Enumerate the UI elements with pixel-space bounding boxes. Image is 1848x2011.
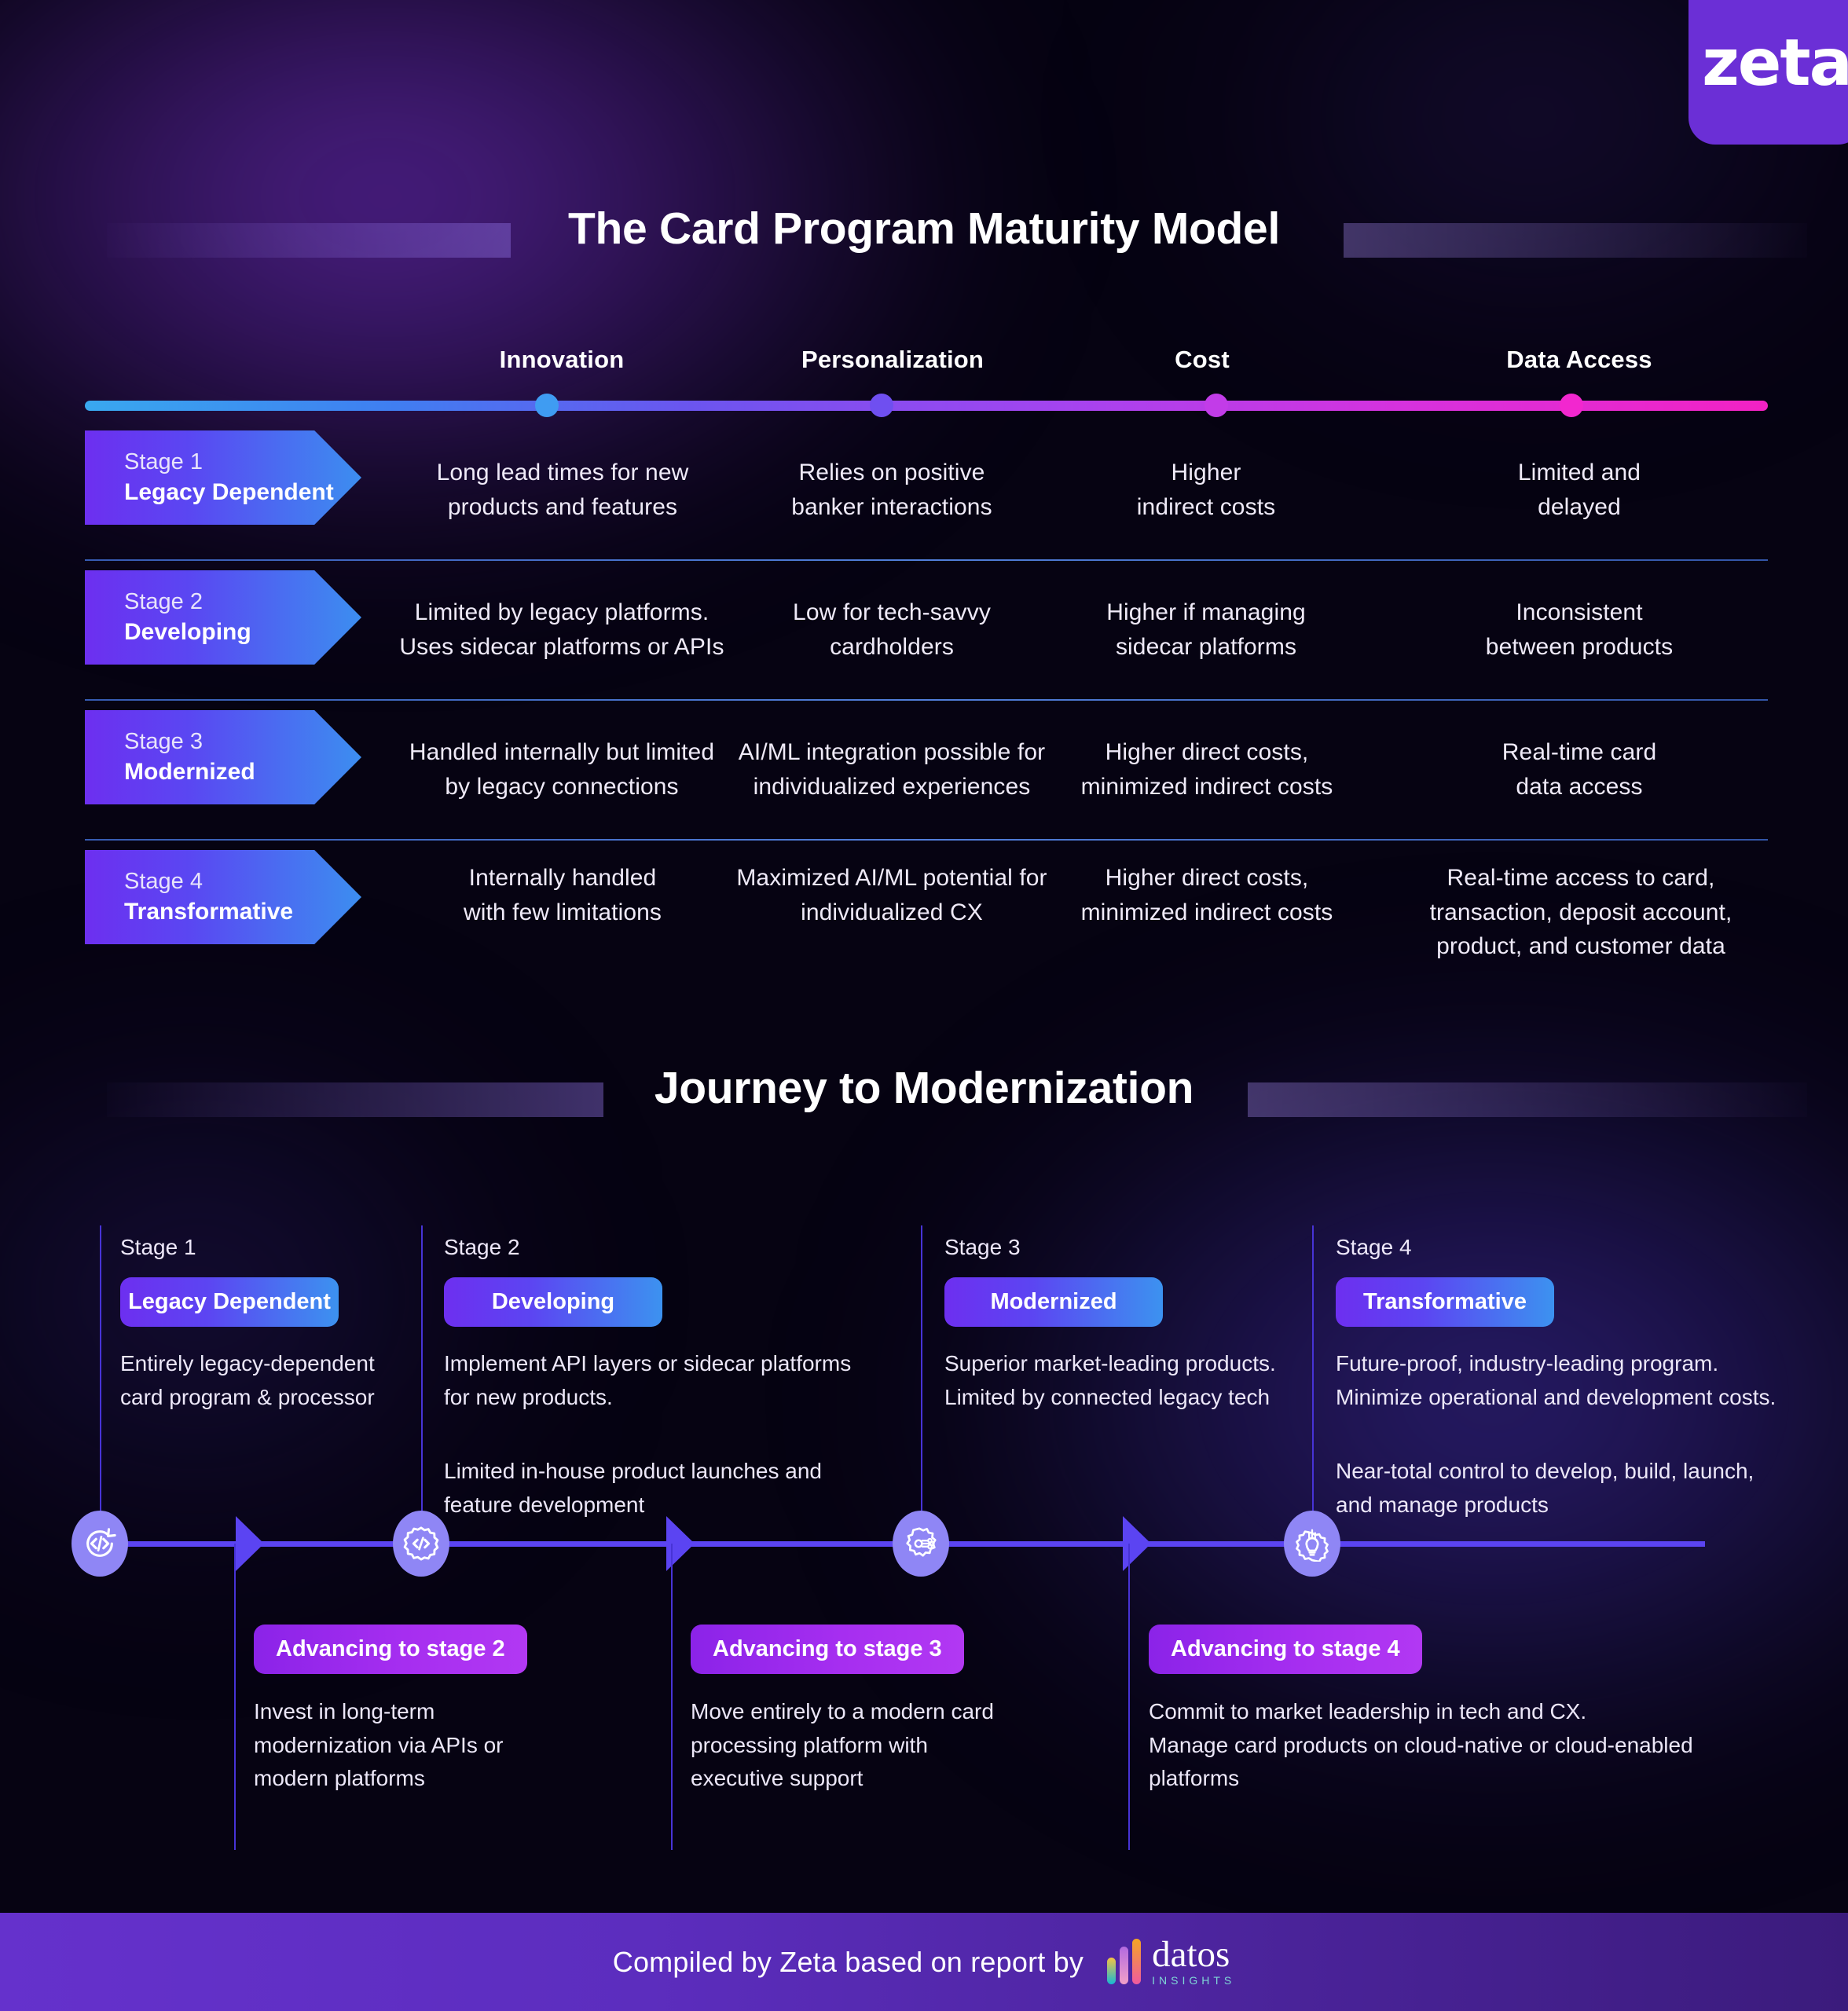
- journey-title: Journey to Modernization: [654, 1063, 1194, 1113]
- stage-number: Stage 4: [124, 868, 203, 894]
- footer-text: Compiled by Zeta based on report by: [612, 1945, 1084, 1978]
- stage-number: Stage 1: [124, 449, 203, 474]
- matrix-cell: Real-time access to card, transaction, d…: [1429, 865, 1732, 959]
- stage-name: Legacy Dependent: [124, 479, 334, 506]
- journey-stage-badge[interactable]: Developing: [444, 1277, 662, 1327]
- matrix-cell: Maximized AI/ML potential for individual…: [736, 865, 1047, 925]
- rail-dot-personalization: [870, 394, 893, 417]
- matrix-cell: Inconsistent between products: [1485, 599, 1674, 660]
- timeline-node-3[interactable]: [893, 1511, 949, 1577]
- column-header-data-access: Data Access: [1506, 346, 1652, 373]
- timeline-node-2[interactable]: [393, 1511, 449, 1577]
- matrix-cell: Relies on positive banker interactions: [791, 460, 992, 520]
- zeta-logo: zeta: [1688, 0, 1848, 145]
- transition-badge-3[interactable]: Advancing to stage 4: [1149, 1625, 1422, 1674]
- journey-deco-left: [107, 1082, 603, 1117]
- matrix-cell: Limited by legacy platforms. Uses sideca…: [399, 599, 724, 660]
- transition-body-3: Commit to market leadership in tech and …: [1149, 1699, 1693, 1791]
- connector-line-1: [100, 1225, 101, 1540]
- journey-stage-1: Stage 1 Legacy Dependent Entirely legacy…: [120, 1235, 411, 1414]
- transition-badge-1[interactable]: Advancing to stage 2: [254, 1625, 527, 1674]
- datos-insights-logo: datos INSIGHTS: [1107, 1934, 1236, 1987]
- matrix-cell: Handled internally but limited by legacy…: [409, 739, 715, 800]
- journey-stage-body-2: Near-total control to develop, build, la…: [1336, 1459, 1754, 1517]
- matrix-cell: Real-time card data access: [1502, 739, 1657, 800]
- journey-stage-body-2: Limited in-house product launches and fe…: [444, 1459, 822, 1517]
- row-divider: [85, 839, 1768, 841]
- connector-line-3: [921, 1225, 922, 1540]
- column-header-innovation: Innovation: [499, 346, 625, 373]
- journey-stage-number: Stage 3: [944, 1235, 1021, 1259]
- stage-chevron-2: Stage 2 Developing: [85, 570, 361, 665]
- journey-stage-number: Stage 4: [1336, 1235, 1412, 1259]
- transition-line-3: [1128, 1544, 1130, 1850]
- rail-dot-innovation: [535, 394, 559, 417]
- journey-stage-body: Implement API layers or sidecar platform…: [444, 1351, 852, 1409]
- stage-name: Developing: [124, 619, 251, 646]
- stage-chevron-1: Stage 1 Legacy Dependent: [85, 430, 361, 525]
- title-deco-right: [1344, 223, 1807, 258]
- transition-body-1: Invest in long-term modernization via AP…: [254, 1699, 504, 1791]
- timeline-axis: [79, 1541, 1705, 1547]
- gear-lightbulb-icon: [1296, 1529, 1329, 1562]
- matrix-cell: Low for tech-savvy cardholders: [793, 599, 991, 660]
- title-deco-left: [107, 223, 511, 258]
- matrix-cell: Higher direct costs, minimized indirect …: [1080, 739, 1333, 800]
- transition-badge-2[interactable]: Advancing to stage 3: [691, 1625, 964, 1674]
- journey-stage-number: Stage 1: [120, 1235, 196, 1259]
- stage-number: Stage 3: [124, 728, 203, 754]
- journey-stage-2: Stage 2 Developing Implement API layers …: [444, 1235, 900, 1522]
- partner-tagline: INSIGHTS: [1152, 1973, 1236, 1987]
- row-divider: [85, 559, 1768, 561]
- journey-deco-right: [1248, 1082, 1807, 1117]
- journey-stage-badge[interactable]: Transformative: [1336, 1277, 1554, 1327]
- journey-stage-body: Future-proof, industry-leading program. …: [1336, 1351, 1776, 1409]
- stage-name: Transformative: [124, 899, 294, 925]
- journey-stage-4: Stage 4 Transformative Future-proof, ind…: [1336, 1235, 1823, 1522]
- journey-stage-badge[interactable]: Modernized: [944, 1277, 1163, 1327]
- timeline-arrow-1: [236, 1516, 264, 1571]
- transition-body-2: Move entirely to a modern card processin…: [691, 1699, 994, 1791]
- matrix-cell: Limited and delayed: [1517, 460, 1641, 520]
- timeline-node-1[interactable]: [72, 1511, 128, 1577]
- stage-chevron-3: Stage 3 Modernized: [85, 710, 361, 804]
- matrix-cell: Long lead times for new products and fea…: [436, 460, 689, 520]
- stage-chevron-4: Stage 4 Transformative: [85, 850, 361, 944]
- page-title: The Card Program Maturity Model: [568, 203, 1280, 254]
- transition-line-1: [234, 1544, 236, 1850]
- connector-line-2: [421, 1225, 423, 1540]
- journey-stage-number: Stage 2: [444, 1235, 520, 1259]
- timeline-node-4[interactable]: [1284, 1511, 1340, 1577]
- matrix-cell: Higher if managing sidecar platforms: [1106, 599, 1306, 660]
- rail-dot-cost: [1204, 394, 1228, 417]
- matrix-cell: Higher direct costs, minimized indirect …: [1080, 865, 1333, 925]
- rail-dot-data-access: [1560, 394, 1583, 417]
- journey-stage-badge[interactable]: Legacy Dependent: [120, 1277, 339, 1327]
- timeline-arrow-3: [1123, 1516, 1151, 1571]
- bar-chart-icon: [1107, 1939, 1142, 1985]
- stage-number: Stage 2: [124, 588, 203, 614]
- row-divider: [85, 699, 1768, 701]
- journey-stage-body: Entirely legacy-dependent card program &…: [120, 1351, 375, 1409]
- zeta-logo-text: zeta: [1702, 26, 1848, 101]
- gear-circuit-icon: [906, 1527, 937, 1557]
- transition-line-2: [671, 1544, 673, 1850]
- journey-stage-body: Superior market-leading products. Limite…: [944, 1351, 1276, 1409]
- matrix-cell: Internally handled with few limitations: [463, 865, 662, 925]
- infographic-page: zeta The Card Program Maturity Model Inn…: [0, 0, 1848, 2011]
- column-header-personalization: Personalization: [801, 346, 984, 373]
- matrix-cell: Higher indirect costs: [1136, 460, 1276, 520]
- journey-stage-3: Stage 3 Modernized Superior market-leadi…: [944, 1235, 1384, 1414]
- maturity-gradient-rail: [85, 401, 1768, 411]
- partner-name: datos: [1152, 1934, 1230, 1976]
- matrix-cell: AI/ML integration possible for individua…: [738, 739, 1046, 800]
- code-refresh-icon: [86, 1528, 116, 1557]
- column-header-cost: Cost: [1175, 346, 1230, 373]
- gear-code-icon: [403, 1526, 439, 1561]
- stage-name: Modernized: [124, 759, 255, 786]
- footer-bar: Compiled by Zeta based on report by dato…: [0, 1913, 1848, 2011]
